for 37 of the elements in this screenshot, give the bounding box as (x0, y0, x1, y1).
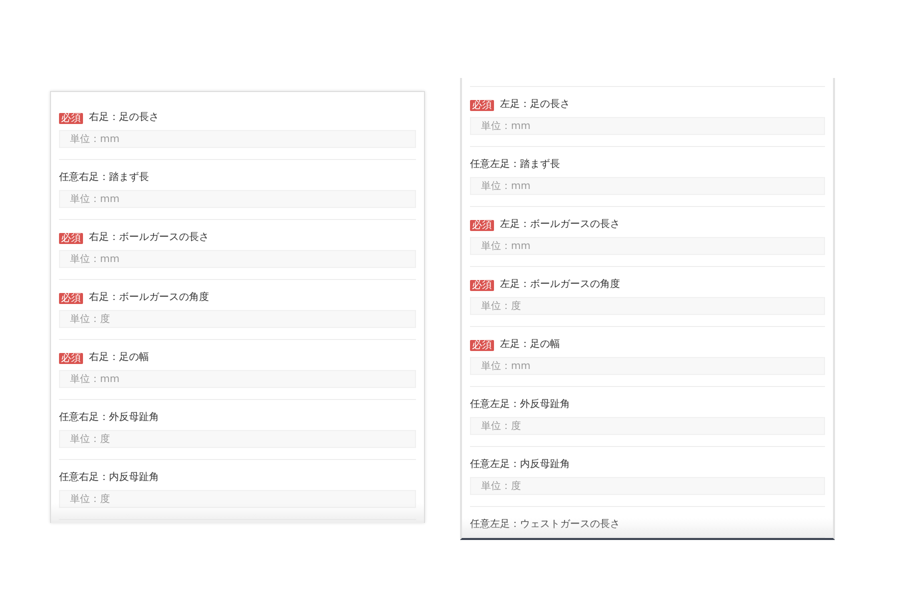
field-label: 任意右足：外反母趾角 (59, 412, 159, 424)
field-label: 左足：足の長さ (500, 99, 570, 111)
field-label: 任意右足：内反母趾角 (59, 472, 159, 484)
input-field[interactable]: 単位：mm (470, 177, 825, 195)
field-label: 右足：ボールガースの角度 (89, 292, 209, 304)
required-badge: 必須 (470, 340, 494, 350)
required-badge: 必須 (59, 352, 83, 364)
required-badge: 必須 (59, 292, 83, 304)
required-badge: 必須 (59, 112, 83, 124)
field-label: 任意左足：内反母趾角 (470, 459, 570, 471)
field-label: 右足：足の幅 (89, 352, 149, 364)
required-badge: 必須 (470, 280, 494, 290)
required-badge: 必須 (59, 232, 83, 244)
input-field[interactable]: 単位：mm (59, 250, 416, 268)
input-field[interactable]: 単位：mm (59, 130, 416, 148)
input-field[interactable]: 単位：mm (59, 370, 416, 388)
field-label: 右足：足の長さ (89, 112, 159, 124)
field-label: 左足：ボールガースの長さ (500, 219, 620, 231)
input-field[interactable]: 単位：度 (59, 310, 416, 328)
input-field[interactable]: 単位：度 (470, 297, 825, 315)
field-label: 任意左足：踏まず長 (470, 159, 560, 171)
input-field[interactable]: 単位：mm (470, 117, 825, 135)
input-field[interactable]: 単位：mm (470, 357, 825, 375)
required-badge: 必須 (470, 220, 494, 230)
input-field[interactable]: 単位：度 (470, 417, 825, 435)
field-label: 任意右足：踏まず長 (59, 172, 149, 184)
input-field[interactable]: 単位：度 (59, 430, 416, 448)
field-label: 任意左足：ウェストガースの長さ (470, 519, 620, 531)
input-field[interactable]: 単位：mm (59, 190, 416, 208)
input-field[interactable]: 単位：度 (470, 477, 825, 495)
field-label: 左足：足の幅 (500, 339, 560, 351)
input-field[interactable]: 単位：度 (59, 490, 416, 508)
field-label: 任意左足：外反母趾角 (470, 399, 570, 411)
input-field[interactable]: 単位：mm (470, 237, 825, 255)
field-label: 右足：ボールガースの長さ (89, 232, 209, 244)
required-badge: 必須 (470, 100, 494, 110)
field-label: 左足：ボールガースの角度 (500, 279, 620, 291)
